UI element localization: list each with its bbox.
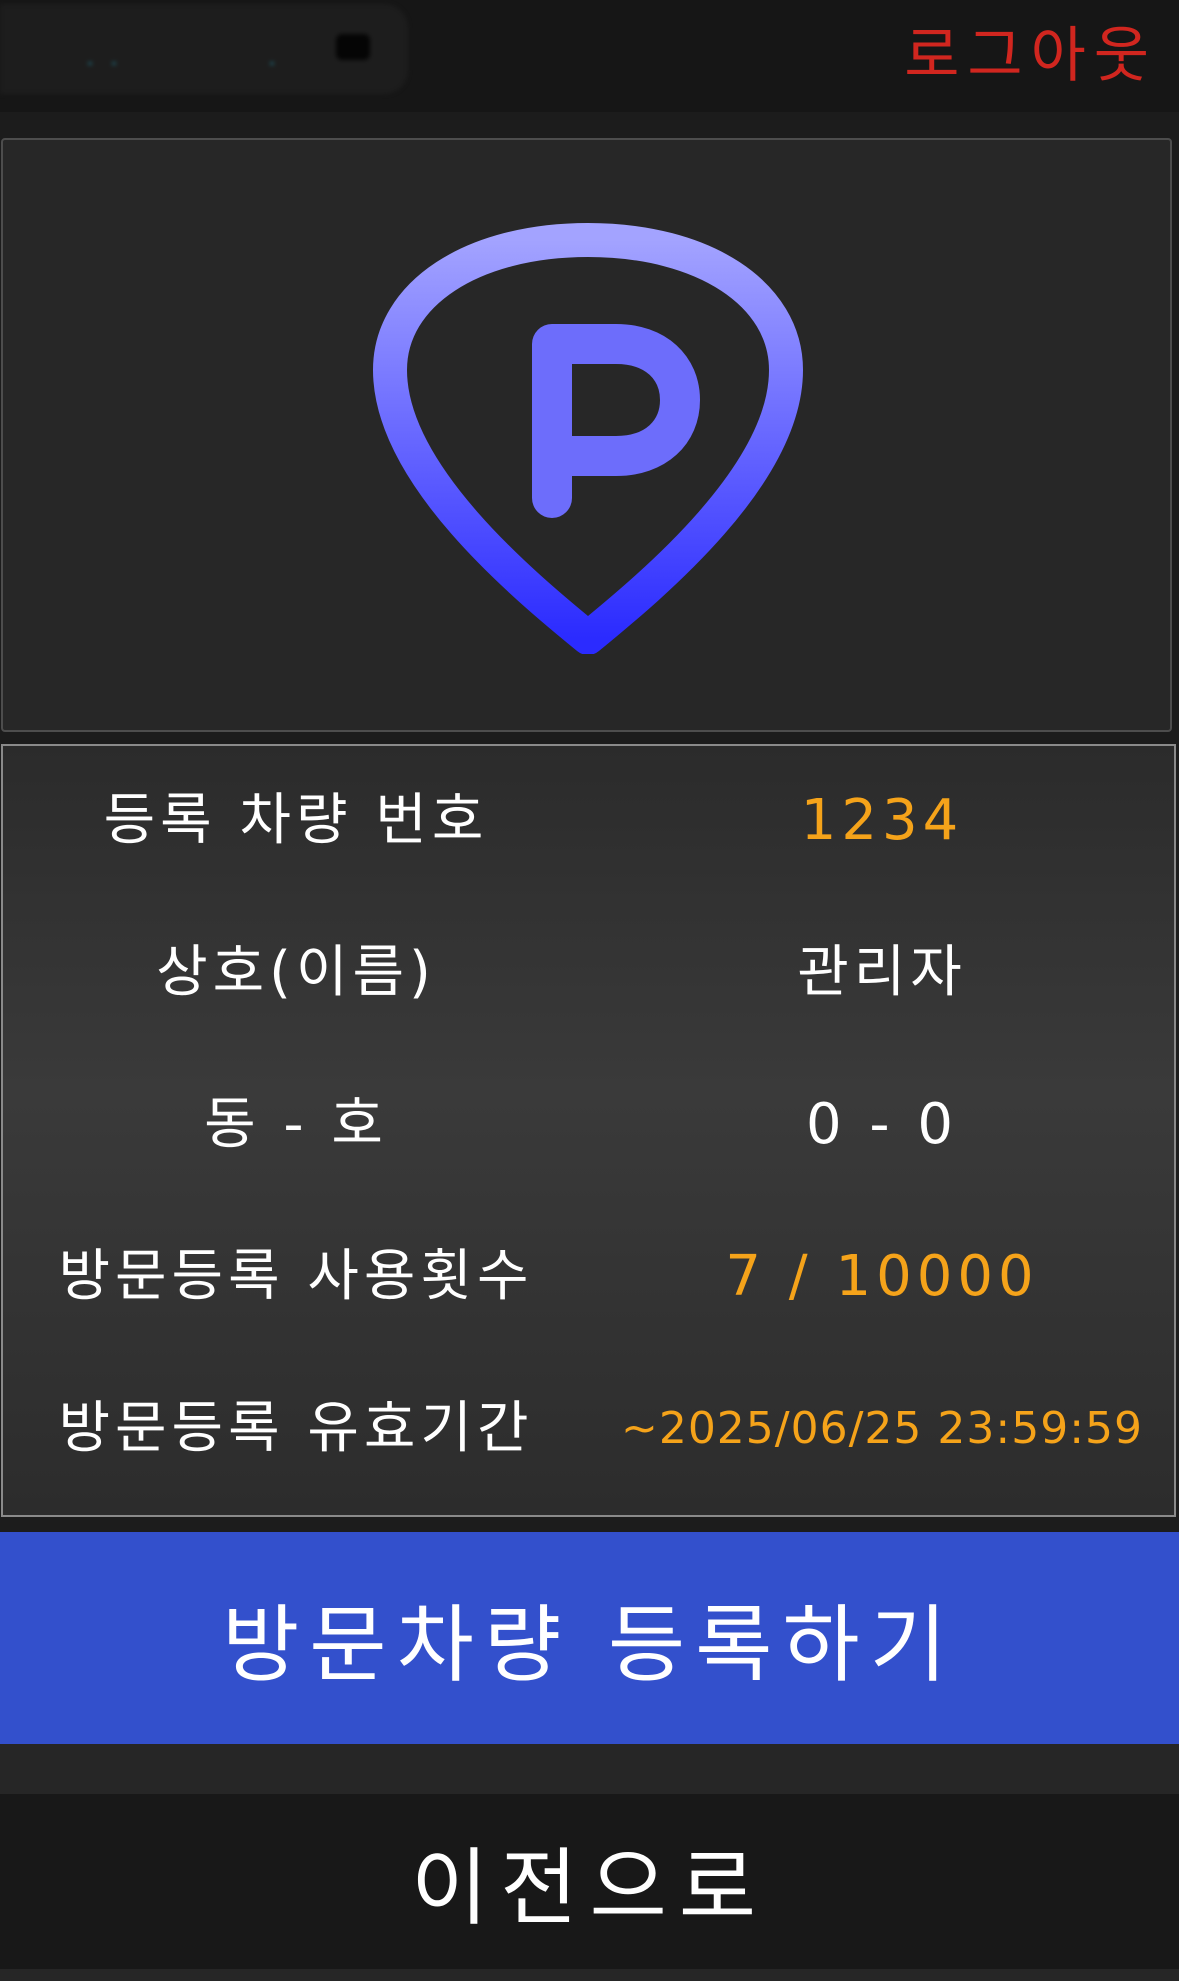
- info-panel: 등록 차량 번호 1234 상호(이름) 관리자 동 - 호 0 - 0 방문등…: [1, 744, 1176, 1517]
- button-gap: [0, 1744, 1179, 1794]
- vehicle-number-label: 등록 차량 번호: [103, 788, 489, 853]
- logout-button[interactable]: 로그아웃: [904, 14, 1157, 98]
- parking-pin-icon: [373, 223, 803, 654]
- logo-panel: [1, 138, 1172, 732]
- top-bar: 로그아웃: [0, 0, 1179, 112]
- blurred-brand-logo: [0, 4, 408, 94]
- unit-value: 0 - 0: [805, 1092, 959, 1157]
- info-row-usage-count: 방문등록 사용횟수 7 / 10000: [3, 1202, 1178, 1352]
- back-button[interactable]: 이전으로: [0, 1794, 1179, 1969]
- validity-label: 방문등록 유효기간: [58, 1396, 534, 1461]
- vehicle-number-value: 1234: [800, 788, 964, 853]
- name-value: 관리자: [797, 940, 967, 1005]
- info-row-vehicle-number: 등록 차량 번호 1234: [3, 746, 1178, 896]
- register-visitor-vehicle-button[interactable]: 방문차량 등록하기: [0, 1532, 1179, 1744]
- info-row-name: 상호(이름) 관리자: [3, 898, 1178, 1048]
- name-label: 상호(이름): [156, 940, 436, 1005]
- info-row-unit: 동 - 호 0 - 0: [3, 1050, 1178, 1200]
- validity-value: ~2025/06/25 23:59:59: [620, 1403, 1144, 1454]
- usage-count-value: 7 / 10000: [725, 1244, 1039, 1309]
- unit-label: 동 - 호: [204, 1092, 388, 1157]
- info-row-validity: 방문등록 유효기간 ~2025/06/25 23:59:59: [3, 1354, 1178, 1504]
- bottom-strip: [0, 1969, 1179, 1981]
- usage-count-label: 방문등록 사용횟수: [58, 1244, 534, 1309]
